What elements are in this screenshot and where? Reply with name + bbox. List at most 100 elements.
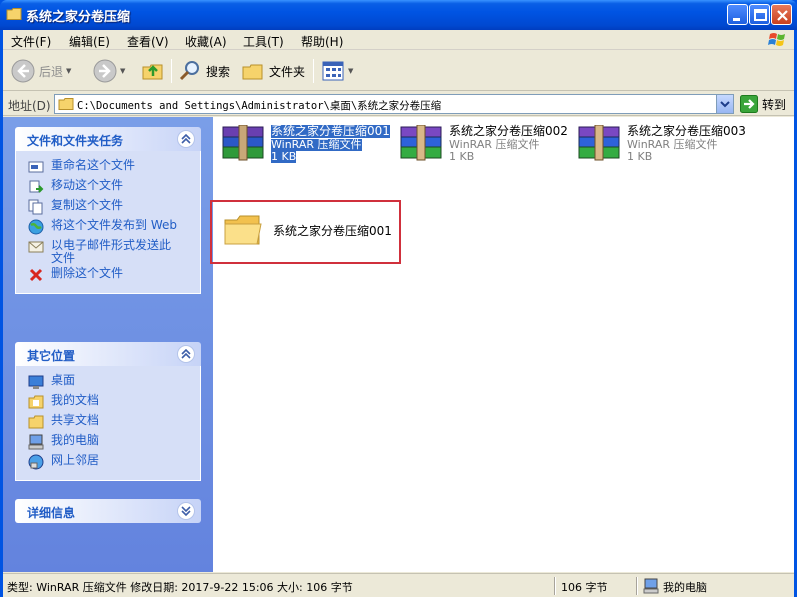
window-title: 系统之家分卷压缩 xyxy=(26,10,131,25)
file-item-rar-001[interactable]: 系统之家分卷压缩001 WinRAR 压缩文件 1 KB xyxy=(221,125,396,175)
place-shared-documents[interactable]: 共享文档 xyxy=(16,414,200,434)
maximize-icon xyxy=(754,9,767,21)
close-button[interactable] xyxy=(771,4,792,25)
place-network[interactable]: 网上邻居 xyxy=(16,454,200,474)
file-size: 1 KB xyxy=(271,150,297,163)
up-folder-button[interactable] xyxy=(141,55,165,87)
status-bar: 类型: WinRAR 压缩文件 修改日期: 2017-9-22 15:06 大小… xyxy=(3,573,794,597)
task-delete[interactable]: 删除这个文件 xyxy=(16,267,200,287)
search-icon xyxy=(179,61,199,81)
folders-button[interactable]: 文件夹 xyxy=(241,55,305,87)
details-header[interactable]: 详细信息 xyxy=(15,499,201,523)
toolbar: 后退 ▼ ▼ 搜索 文件夹 ▼ xyxy=(3,51,794,91)
task-publish-web-label: 将这个文件发布到 Web xyxy=(51,218,177,232)
address-dropdown-button[interactable] xyxy=(716,95,733,113)
menu-edit[interactable]: 编辑(E) xyxy=(69,33,110,50)
place-network-label: 网上邻居 xyxy=(51,453,100,467)
folder-up-icon xyxy=(142,64,163,80)
menu-tools[interactable]: 工具(T) xyxy=(243,33,284,50)
task-move-label: 移动这个文件 xyxy=(51,178,124,192)
task-rename-label: 重命名这个文件 xyxy=(51,158,136,172)
search-label: 搜索 xyxy=(206,64,231,79)
status-zone: 我的电脑 xyxy=(663,581,707,594)
delete-icon xyxy=(29,268,43,282)
file-tasks-header[interactable]: 文件和文件夹任务 xyxy=(15,127,201,151)
desktop-icon xyxy=(28,375,44,389)
file-tasks-panel: 文件和文件夹任务 重命名这个文件 移动这个文件 复制这个文件 将这个文件发布到 … xyxy=(15,127,201,294)
menu-favorites[interactable]: 收藏(A) xyxy=(185,33,227,50)
other-places-title: 其它位置 xyxy=(27,349,76,363)
chevron-down-icon: ▼ xyxy=(120,67,126,75)
shared-documents-icon xyxy=(28,415,44,429)
close-icon xyxy=(777,10,788,21)
details-panel: 详细信息 xyxy=(15,499,201,523)
details-title: 详细信息 xyxy=(27,506,76,520)
place-my-documents[interactable]: 我的文档 xyxy=(16,394,200,414)
place-desktop-label: 桌面 xyxy=(51,373,76,387)
menu-file[interactable]: 文件(F) xyxy=(11,33,51,50)
view-grid-icon xyxy=(322,61,344,81)
task-email-label: 以电子邮件形式发送此文件 xyxy=(51,238,172,265)
title-bar[interactable]: 系统之家分卷压缩 xyxy=(0,0,797,30)
file-tasks-title: 文件和文件夹任务 xyxy=(27,134,124,148)
task-email[interactable]: 以电子邮件形式发送此文件 xyxy=(16,239,200,267)
task-pane: 文件和文件夹任务 重命名这个文件 移动这个文件 复制这个文件 将这个文件发布到 … xyxy=(3,117,213,572)
expand-icon[interactable] xyxy=(177,502,195,520)
task-copy-label: 复制这个文件 xyxy=(51,198,124,212)
other-places-panel: 其它位置 桌面 我的文档 共享文档 我的电脑 网上邻居 xyxy=(15,342,201,481)
task-publish-web[interactable]: 将这个文件发布到 Web xyxy=(16,219,200,239)
file-item-rar-003[interactable]: 系统之家分卷压缩003 WinRAR 压缩文件 1 KB xyxy=(577,125,752,175)
go-arrow-icon xyxy=(740,95,758,113)
my-documents-icon xyxy=(28,395,44,409)
file-name: 系统之家分卷压缩002 xyxy=(449,124,568,138)
my-computer-icon xyxy=(643,578,659,594)
search-button[interactable]: 搜索 xyxy=(178,55,230,87)
place-my-documents-label: 我的文档 xyxy=(51,393,100,407)
back-button[interactable]: 后退 ▼ xyxy=(11,55,71,87)
address-bar: 地址(D) C:\Documents and Settings\Administ… xyxy=(3,92,794,116)
file-name: 系统之家分卷压缩001 xyxy=(271,124,390,138)
status-size: 106 字节 xyxy=(561,581,608,594)
folders-icon xyxy=(242,64,263,80)
winrar-archive-icon xyxy=(222,125,264,161)
place-my-computer[interactable]: 我的电脑 xyxy=(16,434,200,454)
forward-button[interactable]: ▼ xyxy=(93,55,125,87)
file-name: 系统之家分卷压缩003 xyxy=(627,124,746,138)
menu-help[interactable]: 帮助(H) xyxy=(301,33,343,50)
folders-label: 文件夹 xyxy=(269,64,306,79)
folder-item[interactable]: 系统之家分卷压缩001 xyxy=(223,212,398,262)
file-item-rar-002[interactable]: 系统之家分卷压缩002 WinRAR 压缩文件 1 KB xyxy=(399,125,574,175)
folder-icon xyxy=(58,98,74,110)
task-copy[interactable]: 复制这个文件 xyxy=(16,199,200,219)
menu-view[interactable]: 查看(V) xyxy=(127,33,169,50)
file-size: 1 KB xyxy=(627,150,653,163)
address-path: C:\Documents and Settings\Administrator\… xyxy=(77,100,442,112)
file-size: 1 KB xyxy=(449,150,475,163)
go-button[interactable]: 转到 xyxy=(740,94,786,114)
chevron-down-icon xyxy=(720,101,730,108)
place-desktop[interactable]: 桌面 xyxy=(16,374,200,394)
windows-logo-icon xyxy=(768,33,785,46)
email-icon xyxy=(28,241,44,253)
status-info: 类型: WinRAR 压缩文件 修改日期: 2017-9-22 15:06 大小… xyxy=(7,581,353,594)
other-places-header[interactable]: 其它位置 xyxy=(15,342,201,366)
forward-arrow-icon xyxy=(93,59,117,83)
address-input[interactable]: C:\Documents and Settings\Administrator\… xyxy=(54,94,734,114)
maximize-button[interactable] xyxy=(749,4,770,25)
collapse-icon[interactable] xyxy=(177,130,195,148)
collapse-icon[interactable] xyxy=(177,345,195,363)
rename-icon xyxy=(28,161,44,173)
minimize-button[interactable] xyxy=(727,4,748,25)
place-my-computer-label: 我的电脑 xyxy=(51,433,100,447)
file-list-area[interactable]: 系统之家分卷压缩001 WinRAR 压缩文件 1 KB 系统之家分卷压缩002… xyxy=(210,117,794,572)
place-shared-documents-label: 共享文档 xyxy=(51,413,100,427)
views-button[interactable]: ▼ xyxy=(321,55,353,87)
task-move[interactable]: 移动这个文件 xyxy=(16,179,200,199)
publish-web-icon xyxy=(28,219,44,235)
address-label: 地址(D) xyxy=(8,99,51,113)
back-arrow-icon xyxy=(11,59,35,83)
task-delete-label: 删除这个文件 xyxy=(51,266,124,280)
chevron-down-icon: ▼ xyxy=(348,67,354,75)
network-icon xyxy=(28,454,44,470)
task-rename[interactable]: 重命名这个文件 xyxy=(16,159,200,179)
